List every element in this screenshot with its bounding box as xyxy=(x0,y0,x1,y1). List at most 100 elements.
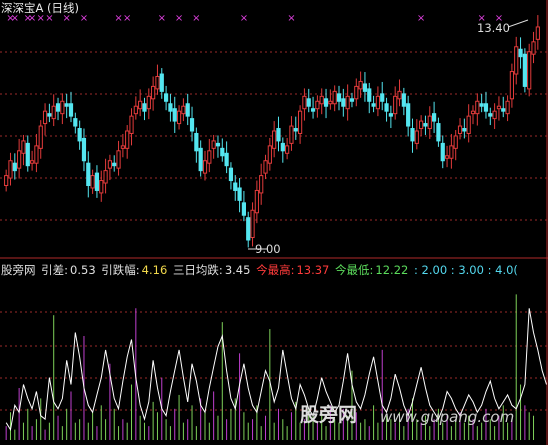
candle-body xyxy=(505,100,510,115)
candle-body xyxy=(73,118,78,127)
candle-body xyxy=(310,108,316,112)
stock-title: 深深宝A (日线) xyxy=(1,1,79,15)
signal-marker: × xyxy=(192,13,200,24)
candle-body xyxy=(457,125,463,134)
signal-marker: × xyxy=(240,13,248,24)
candle-body xyxy=(12,162,17,172)
candle-body xyxy=(514,46,519,75)
candle-body xyxy=(466,115,471,134)
candle-body xyxy=(297,110,303,134)
candle-body xyxy=(349,98,355,102)
candle-body xyxy=(436,123,441,142)
yindiefu-value: 4.16 xyxy=(141,263,168,277)
candle-body xyxy=(336,93,342,102)
candle-body xyxy=(159,73,164,92)
candle-body xyxy=(4,175,9,187)
high-pointer xyxy=(507,19,529,28)
candle-body xyxy=(431,113,437,122)
candle-body xyxy=(194,132,199,152)
candle-body xyxy=(250,209,255,239)
candle-body xyxy=(323,98,329,107)
candle-body xyxy=(120,145,125,149)
candle-body xyxy=(384,103,389,112)
candle-body xyxy=(341,98,346,107)
candle-body xyxy=(375,95,381,110)
candle-body xyxy=(168,103,173,112)
candle-body xyxy=(163,93,169,102)
candle-body xyxy=(202,160,208,174)
candle-body xyxy=(90,175,95,189)
candle-body xyxy=(211,140,216,149)
candle-body xyxy=(224,152,229,167)
zuigao-value: 13.37 xyxy=(296,263,330,277)
candle-body xyxy=(393,95,398,115)
candle-body xyxy=(107,160,113,169)
yincha-label: 引差: xyxy=(41,263,69,277)
candle-body xyxy=(470,110,476,115)
yincha-value: 0.53 xyxy=(70,263,96,277)
candle-body xyxy=(112,162,117,167)
candle-body xyxy=(42,110,48,125)
candle-body xyxy=(81,137,87,162)
candle-body xyxy=(8,160,13,179)
candle-body xyxy=(509,71,515,100)
candle-body xyxy=(522,53,527,87)
candle-body xyxy=(354,85,359,100)
candle-body xyxy=(518,48,523,58)
candle-body xyxy=(406,103,411,127)
candle-body xyxy=(220,147,225,157)
sanri-value: 3.45 xyxy=(224,263,251,277)
candle-body xyxy=(207,150,212,164)
candle-body xyxy=(189,118,195,132)
candle-body xyxy=(371,103,376,107)
signal-marker: × xyxy=(123,13,131,24)
candle-body xyxy=(362,83,368,92)
indicator-readout: 股旁网 引差: 0.53 引跌幅: 4.16 三日均跌: 3.45 今最高: 13.37… xyxy=(1,264,520,277)
candle-body xyxy=(358,80,363,90)
candle-body xyxy=(462,128,467,132)
candle-body xyxy=(172,108,177,122)
candle-body xyxy=(215,142,221,147)
candle-body xyxy=(272,130,277,149)
candle-body xyxy=(246,217,251,241)
signal-marker: × xyxy=(287,13,295,24)
high-price-label: 13.40 xyxy=(477,21,510,35)
candle-body xyxy=(68,103,74,117)
candle-body xyxy=(233,182,238,191)
signal-marker: × xyxy=(158,13,166,24)
candle-body xyxy=(151,85,156,100)
candle-body xyxy=(181,105,186,115)
candle-body xyxy=(423,123,428,127)
candle-body xyxy=(419,120,424,130)
candle-body xyxy=(315,100,320,110)
candle-body xyxy=(444,155,450,159)
candle-body xyxy=(99,180,104,194)
candle-body xyxy=(367,88,372,102)
candle-body xyxy=(440,142,445,162)
candle-body xyxy=(293,128,298,132)
indicator-name: 股旁网 xyxy=(1,263,36,277)
candle-body xyxy=(51,105,56,120)
candle-body xyxy=(29,160,35,164)
candle-body xyxy=(34,145,39,164)
candle-body xyxy=(427,115,432,130)
candle-body xyxy=(380,93,385,102)
candle-body xyxy=(263,160,268,174)
candle-body xyxy=(531,41,536,55)
candle-body xyxy=(254,189,259,214)
candle-body xyxy=(332,90,337,105)
candle-body xyxy=(483,103,489,112)
sanri-label: 三日均跌: xyxy=(172,263,223,277)
signal-marker: × xyxy=(114,13,122,24)
low-price-label: 9.00 xyxy=(255,242,281,256)
zuidi-value: 12.22 xyxy=(375,263,409,277)
levels-text: : 2.00 : 3.00 : 4.0( xyxy=(414,263,518,277)
candle-body xyxy=(475,100,480,115)
candle-body xyxy=(401,93,406,107)
candle-body xyxy=(237,187,242,201)
candle-body xyxy=(535,26,540,40)
signal-marker: × xyxy=(417,13,425,24)
candle-body xyxy=(280,142,285,152)
candle-body xyxy=(125,130,130,149)
candle-body xyxy=(488,113,493,117)
